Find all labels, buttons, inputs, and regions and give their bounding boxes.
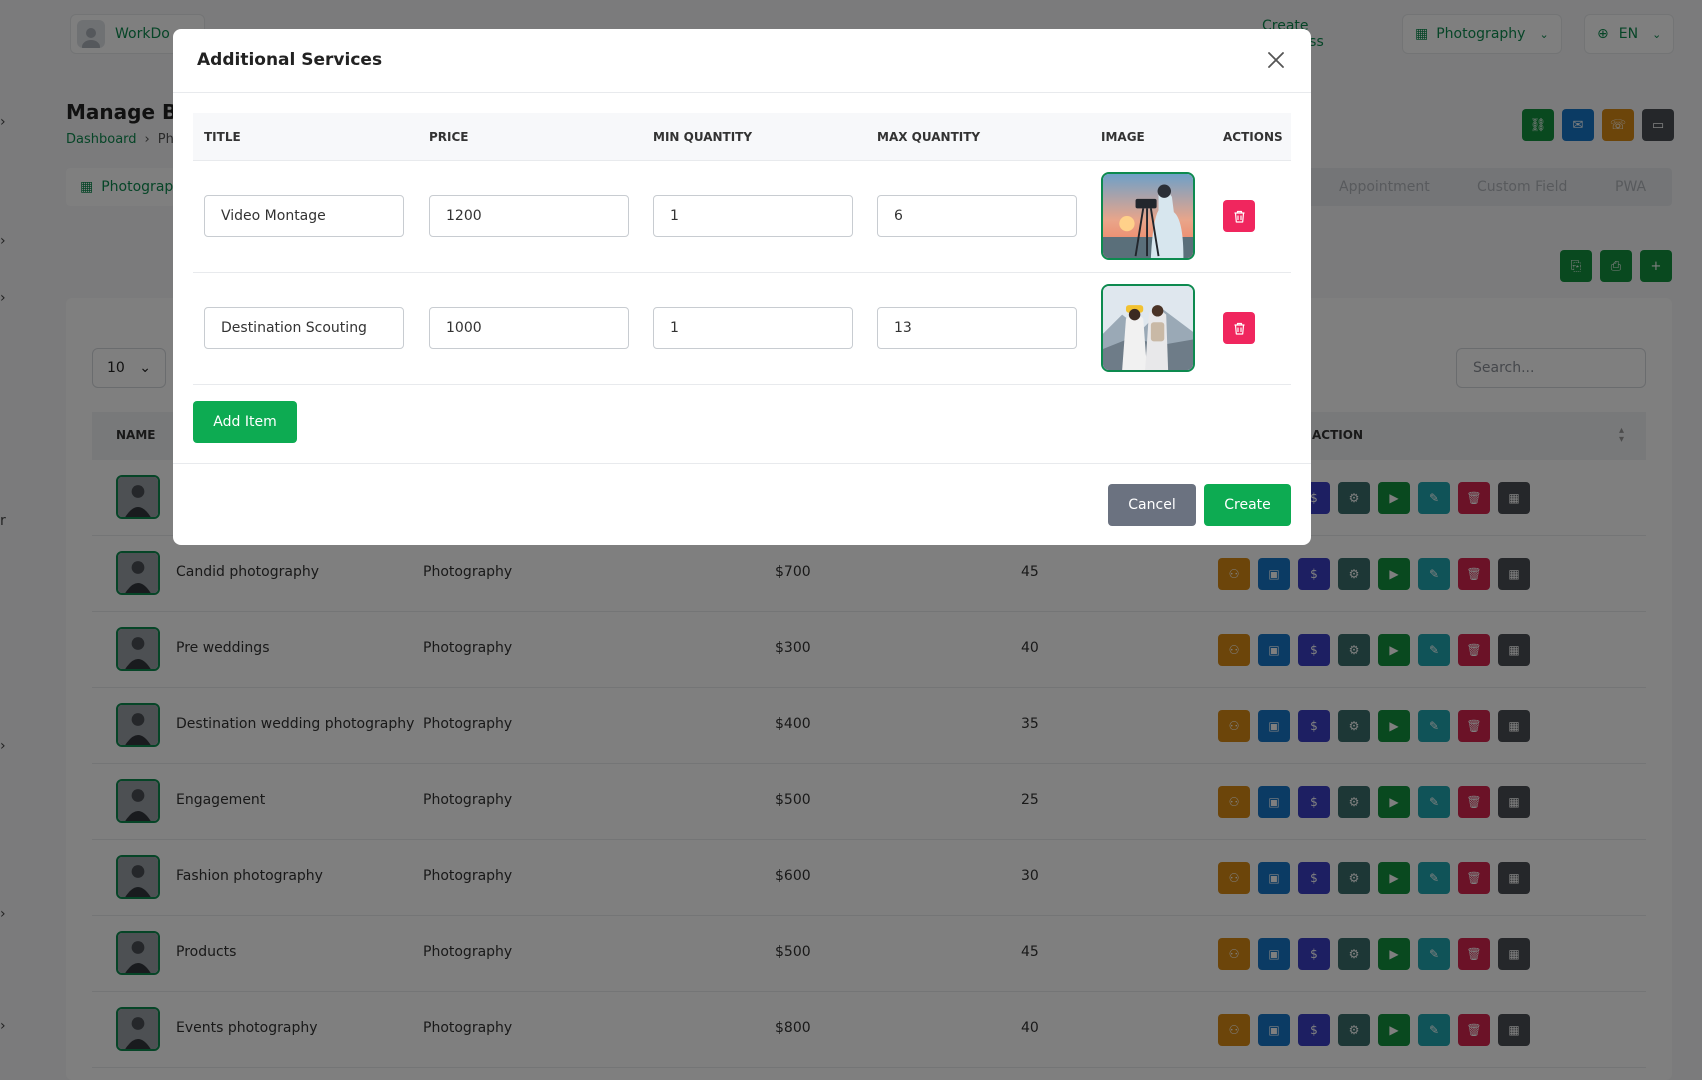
add-item-button[interactable]: Add Item	[193, 401, 297, 443]
col-actions: ACTIONS	[1223, 130, 1283, 144]
delete-item-button[interactable]	[1223, 200, 1255, 232]
title-input[interactable]	[204, 195, 404, 237]
service-row	[193, 161, 1291, 273]
trash-icon	[1234, 322, 1244, 335]
additional-services-modal: Additional Services TITLE PRICE MIN QUAN…	[173, 29, 1311, 545]
price-input[interactable]	[429, 195, 629, 237]
service-row	[193, 273, 1291, 385]
close-button[interactable]	[1261, 45, 1291, 75]
max-quantity-input[interactable]	[877, 195, 1077, 237]
travelers-mountain-image[interactable]	[1101, 284, 1195, 372]
services-table: TITLE PRICE MIN QUANTITY MAX QUANTITY IM…	[193, 113, 1291, 385]
close-icon	[1268, 52, 1284, 68]
modal-title: Additional Services	[197, 50, 383, 70]
max-quantity-input[interactable]	[877, 307, 1077, 349]
modal-header: Additional Services	[173, 29, 1311, 93]
services-table-header: TITLE PRICE MIN QUANTITY MAX QUANTITY IM…	[193, 113, 1291, 161]
title-input[interactable]	[204, 307, 404, 349]
modal-footer: Cancel Create	[173, 463, 1311, 545]
col-min-quantity: MIN QUANTITY	[653, 130, 753, 144]
cancel-button[interactable]: Cancel	[1108, 484, 1196, 526]
photographer-sunset-image[interactable]	[1101, 172, 1195, 260]
min-quantity-input[interactable]	[653, 195, 853, 237]
col-image: IMAGE	[1101, 130, 1145, 144]
col-price: PRICE	[429, 130, 469, 144]
col-title: TITLE	[204, 130, 241, 144]
price-input[interactable]	[429, 307, 629, 349]
delete-item-button[interactable]	[1223, 312, 1255, 344]
min-quantity-input[interactable]	[653, 307, 853, 349]
create-button[interactable]: Create	[1204, 484, 1291, 526]
trash-icon	[1234, 210, 1244, 223]
col-max-quantity: MAX QUANTITY	[877, 130, 981, 144]
